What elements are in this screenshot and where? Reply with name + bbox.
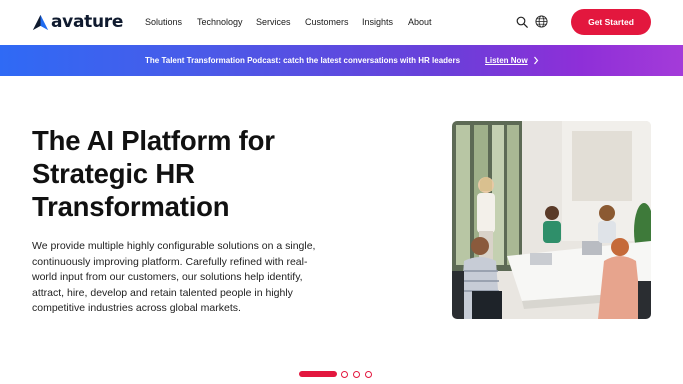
hero-image — [452, 121, 651, 319]
banner-text: The Talent Transformation Podcast: catch… — [145, 56, 461, 65]
podcast-banner: The Talent Transformation Podcast: catch… — [0, 45, 683, 76]
site-header: avature Solutions Technology Services Cu… — [0, 0, 683, 45]
hero-title-line: Transformation — [32, 191, 230, 222]
carousel-dot[interactable] — [365, 371, 372, 378]
hero-title: The AI Platform for Strategic HR Transfo… — [32, 124, 332, 223]
hero-description-line: attract, hire, develop and retain talent… — [32, 286, 293, 299]
nav-item-services[interactable]: Services — [256, 16, 291, 28]
hero-description-line: We provide multiple highly configurable … — [32, 240, 316, 252]
hero-description-line: continuously improving platform. Careful… — [32, 255, 308, 268]
nav-item-about[interactable]: About — [408, 16, 432, 28]
main-nav: Solutions Technology Services Customers … — [145, 16, 432, 28]
globe-icon[interactable] — [535, 15, 548, 28]
carousel-indicators — [299, 370, 379, 378]
listen-now-link[interactable]: Listen Now — [485, 55, 528, 66]
nav-item-customers[interactable]: Customers — [305, 16, 349, 28]
logo-text: avature — [51, 12, 124, 32]
hero-title-line: Strategic HR — [32, 158, 195, 189]
avature-logo-icon — [32, 14, 49, 30]
hero-description: We provide multiple highly configurable … — [32, 239, 337, 317]
nav-item-technology[interactable]: Technology — [197, 16, 243, 28]
get-started-button[interactable]: Get Started — [571, 9, 651, 35]
carousel-dot[interactable] — [353, 371, 360, 378]
carousel-dot[interactable] — [341, 371, 348, 378]
hero-description-line: competitive industries across global mar… — [32, 302, 241, 314]
search-icon[interactable] — [516, 16, 528, 28]
carousel-dot-active[interactable] — [299, 371, 337, 377]
chevron-right-icon — [534, 56, 539, 65]
hero-title-line: The AI Platform for — [32, 125, 275, 156]
nav-item-insights[interactable]: Insights — [362, 16, 393, 28]
nav-item-solutions[interactable]: Solutions — [145, 16, 182, 28]
hero-description-line: world input from our customers, our solu… — [32, 271, 303, 283]
avature-logo[interactable]: avature — [32, 13, 123, 31]
meeting-photo — [452, 121, 651, 319]
